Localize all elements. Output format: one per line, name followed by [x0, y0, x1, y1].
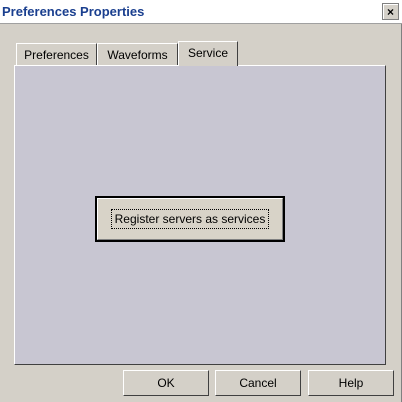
window-title: Preferences Properties — [2, 4, 145, 19]
close-button[interactable]: × — [382, 3, 399, 20]
help-label: Help — [338, 376, 364, 390]
close-icon: × — [386, 4, 394, 19]
cancel-button[interactable]: Cancel — [215, 370, 301, 396]
help-button[interactable]: Help — [308, 370, 394, 396]
tab-label: Waveforms — [107, 47, 168, 62]
tab-service[interactable]: Service — [178, 41, 238, 66]
tab-label: Preferences — [24, 47, 89, 62]
cancel-label: Cancel — [239, 376, 277, 390]
register-servers-label: Register servers as services — [110, 209, 270, 229]
tab-label: Service — [187, 45, 228, 60]
tab-preferences[interactable]: Preferences — [16, 43, 97, 65]
register-servers-button[interactable]: Register servers as services — [95, 196, 285, 242]
ok-button[interactable]: OK — [123, 370, 209, 396]
title-bar[interactable]: Preferences Properties × — [0, 0, 402, 24]
preferences-dialog: Preferences Properties × Preferences Wav… — [0, 0, 402, 402]
tab-waveforms[interactable]: Waveforms — [97, 43, 178, 65]
tab-strip: Preferences Waveforms Service — [16, 41, 386, 66]
ok-label: OK — [157, 376, 175, 390]
register-servers-button-face: Register servers as services — [97, 198, 283, 240]
